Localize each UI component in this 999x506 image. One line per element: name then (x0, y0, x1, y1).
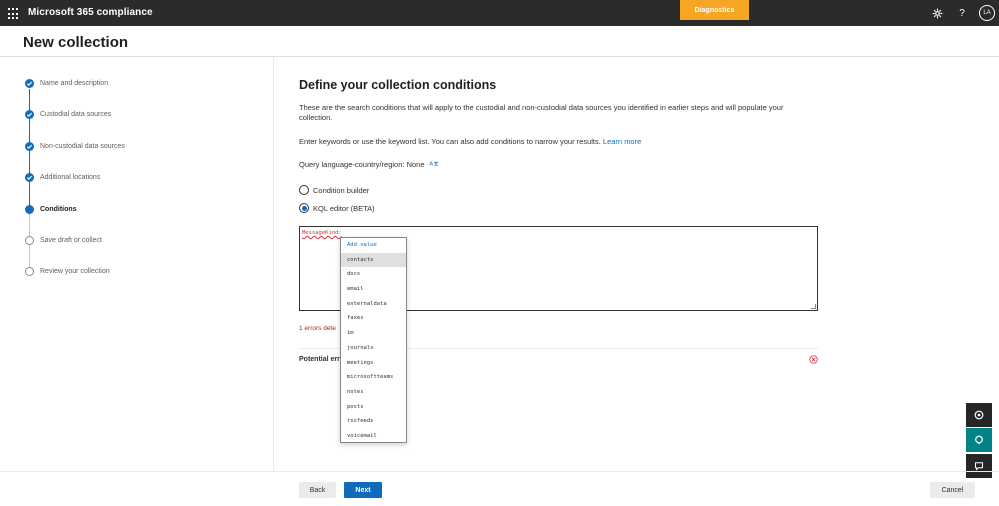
learn-more-link[interactable]: Learn more (603, 137, 641, 146)
dropdown-option-email[interactable]: email (341, 282, 406, 297)
step-label: Non-custodial data sources (40, 143, 125, 150)
app-launcher-icon[interactable] (6, 6, 20, 20)
user-avatar[interactable]: LA (979, 5, 995, 21)
app-title[interactable]: Microsoft 365 compliance (28, 7, 153, 18)
dropdown-option-contacts[interactable]: contacts (341, 252, 406, 268)
step-label: Name and description (40, 80, 109, 87)
top-bar: Microsoft 365 compliance Diagnostics ? L… (0, 0, 999, 26)
dropdown-option-journals[interactable]: journals (341, 341, 406, 356)
dropdown-option-voicemail[interactable]: voicemail (341, 429, 406, 444)
add-value-header: Add value (347, 242, 377, 248)
kql-editor-option[interactable]: KQL editor (BETA) (299, 203, 375, 213)
potential-errors-label[interactable]: Potential err (299, 356, 340, 363)
step-connector-done (29, 89, 30, 214)
feedback-icon[interactable] (966, 403, 992, 427)
step-label: Conditions (40, 206, 77, 213)
dropdown-option-notes[interactable]: notes (341, 385, 406, 400)
query-language-row: Query language-country/region: None A (299, 160, 439, 170)
step-name-and-description[interactable]: Name and description (25, 79, 108, 88)
step-label: Review your collection (40, 268, 110, 275)
translate-icon[interactable]: A (429, 160, 439, 168)
resize-handle[interactable] (811, 304, 816, 309)
help-icon[interactable]: ? (954, 5, 970, 21)
condition-builder-option[interactable]: Condition builder (299, 185, 369, 195)
dropdown-option-meetings[interactable]: meetings (341, 356, 406, 371)
current-step-dot (25, 205, 34, 214)
step-conditions[interactable]: Conditions (25, 205, 77, 214)
cancel-button[interactable]: Cancel (930, 482, 975, 498)
check-icon (25, 142, 34, 151)
keywords-hint: Enter keywords or use the keyword list. … (299, 137, 819, 147)
diagnostics-button[interactable]: Diagnostics (680, 0, 749, 20)
step-save-draft-or-collect[interactable]: Save draft or collect (25, 236, 102, 245)
dropdown-option-faxes[interactable]: faxes (341, 311, 406, 326)
step-additional-locations[interactable]: Additional locations (25, 173, 100, 182)
dropdown-option-docs[interactable]: docs (341, 267, 406, 282)
check-icon (25, 173, 34, 182)
pending-step-dot (25, 236, 34, 245)
step-custodial-data-sources[interactable]: Custodial data sources (25, 110, 111, 119)
footer-divider (0, 471, 999, 472)
value-suggestion-dropdown: Add value contacts docs email externalda… (340, 237, 407, 443)
errors-detected-text: 1 errors dete (299, 325, 336, 332)
dropdown-option-posts[interactable]: posts (341, 400, 406, 415)
page-title: New collection (23, 34, 129, 51)
dropdown-option-externaldata[interactable]: externaldata (341, 297, 406, 312)
dropdown-option-im[interactable]: im (341, 326, 406, 341)
step-label: Save draft or collect (40, 237, 102, 244)
wizard-steps: Name and description Custodial data sour… (0, 57, 274, 471)
kql-query-text: MessageKind: (302, 230, 342, 236)
next-button[interactable]: Next (344, 482, 382, 498)
pending-step-dot (25, 267, 34, 276)
dropdown-option-microsoftteams[interactable]: microsoftteams (341, 370, 406, 385)
check-icon (25, 110, 34, 119)
radio-button[interactable] (299, 203, 309, 213)
back-button[interactable]: Back (299, 482, 336, 498)
help-assistant-icon[interactable] (966, 428, 992, 452)
step-label: Additional locations (40, 174, 101, 181)
error-circle-icon[interactable] (809, 355, 818, 364)
svg-text:A: A (429, 162, 433, 168)
step-label: Custodial data sources (40, 111, 112, 118)
keywords-text: Enter keywords or use the keyword list. … (299, 137, 601, 146)
radio-button[interactable] (299, 185, 309, 195)
settings-icon[interactable] (929, 5, 945, 21)
check-icon (25, 79, 34, 88)
description-text: These are the search conditions that wil… (299, 103, 784, 122)
option-label: Condition builder (313, 185, 370, 195)
option-label: KQL editor (BETA) (313, 203, 375, 213)
chat-icon[interactable] (966, 454, 992, 478)
step-review-your-collection[interactable]: Review your collection (25, 267, 110, 276)
dropdown-option-rssfeeds[interactable]: rssfeeds (341, 414, 406, 429)
query-language-text: Query language-country/region: None (299, 160, 425, 169)
section-heading: Define your collection conditions (299, 78, 497, 92)
step-non-custodial-data-sources[interactable]: Non-custodial data sources (25, 142, 125, 151)
